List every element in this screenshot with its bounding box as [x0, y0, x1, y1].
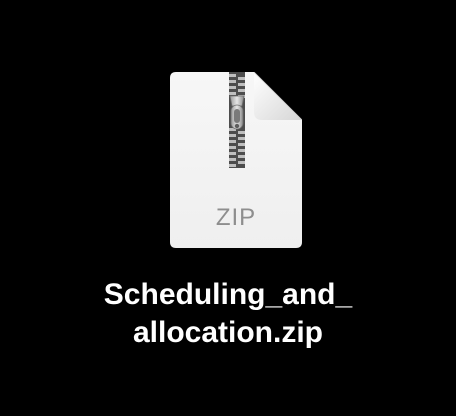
- file-type-label: ZIP: [215, 204, 257, 231]
- file-name-line-2: allocation.zip: [132, 316, 324, 349]
- file-name-label[interactable]: Scheduling_and_ allocation.zip: [60, 276, 396, 352]
- file-name-line-1: Scheduling_and_: [103, 278, 353, 311]
- desktop-area: ZIP Scheduling_and_ allocation.zip: [0, 0, 456, 416]
